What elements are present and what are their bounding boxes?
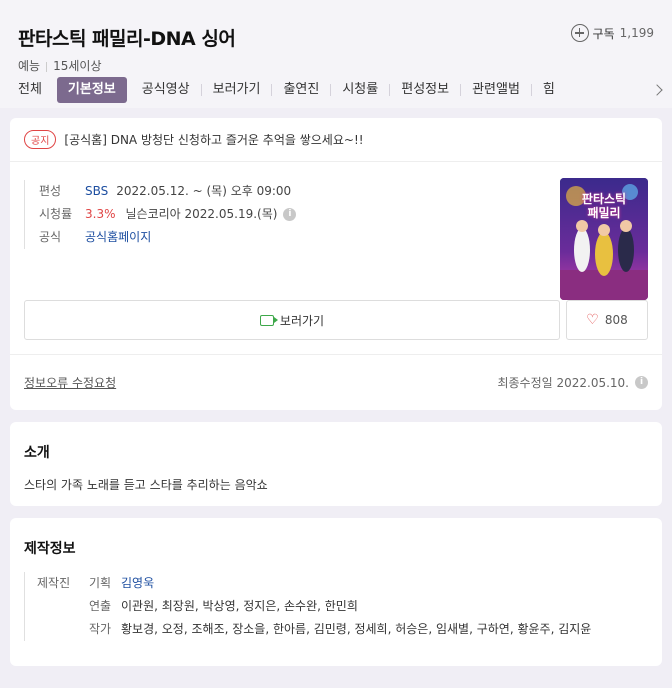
production-rows: 제작진 기획 김영욱 연출 이관원, 최장원, 박상영, 정지은, 손수완, 한… [24, 572, 648, 641]
channel-link[interactable]: SBS [85, 180, 108, 203]
schedule-label: 편성 [39, 184, 62, 198]
tab-next-button[interactable] [646, 72, 672, 108]
notice-badge: 공지 [24, 130, 57, 149]
schedule-row: 편성 SBS 2022.05.12. ~ (목) 오후 09:00 [39, 180, 648, 203]
info-footer: 정보오류 수정요청 최종수정일 2022.05.10. i [10, 354, 662, 410]
age-rating-label: 15세이상 [53, 59, 102, 73]
official-row: 공식 공식홈페이지 [39, 226, 648, 249]
report-error-link[interactable]: 정보오류 수정요청 [24, 374, 116, 391]
director-value: 이관원, 최장원, 박상영, 정지은, 손수완, 한민희 [121, 599, 358, 613]
producer-link[interactable]: 김영욱 [121, 573, 154, 595]
subscribe-label: 구독 [592, 26, 615, 41]
poster-title-line1: 판타스틱 [581, 192, 627, 206]
page-title: 판타스틱 패밀리-DNA 싱어 [18, 28, 236, 50]
plus-circle-icon [570, 24, 589, 42]
meta-divider [46, 61, 48, 72]
notice-bar[interactable]: 공지 [공식홈] DNA 방청단 신청하고 즐거운 추억을 쌓으세요~!! [10, 118, 662, 162]
tab-watch[interactable]: 보러가기 [202, 77, 272, 103]
rating-row: 시청률 3.3% 닐슨코리아 2022.05.19.(목) i [39, 203, 648, 226]
official-homepage-link[interactable]: 공식홈페이지 [85, 226, 151, 249]
notice-text[interactable]: [공식홈] DNA 방청단 신청하고 즐거운 추억을 쌓으세요~!! [64, 131, 363, 148]
production-card: 제작정보 제작진 기획 김영욱 연출 이관원, 최장원, 박상영, 정지은, 손… [10, 518, 662, 666]
tab-bar: 전체 기본정보 공식영상 보러가기 출연진 시청률 편성정보 관련앨범 힘 [0, 72, 672, 108]
rating-source: 닐슨코리아 2022.05.19.(목) [125, 207, 278, 221]
rating-value: 3.3% [85, 207, 116, 221]
official-label: 공식 [39, 230, 62, 244]
producer-label: 기획 [89, 576, 112, 590]
production-title: 제작정보 [24, 541, 76, 557]
writer-row: 작가 황보경, 오정, 조해조, 장소을, 한아름, 김민령, 정세희, 허승은… [89, 618, 648, 641]
producer-row: 기획 김영욱 [89, 572, 648, 595]
intro-text: 스타의 가족 노래를 듣고 스타를 추리하는 음악쇼 [24, 478, 268, 492]
last-updated-text: 최종수정일 2022.05.10. [497, 376, 629, 390]
info-icon[interactable]: i [635, 376, 648, 389]
like-count: 808 [604, 313, 628, 327]
intro-card: 소개 스타의 가족 노래를 듣고 스타를 추리하는 음악쇼 [10, 422, 662, 506]
tab-schedule[interactable]: 편성정보 [390, 77, 460, 103]
genre-label: 예능 [18, 59, 41, 73]
intro-title: 소개 [24, 445, 50, 461]
writer-label: 작가 [89, 622, 112, 636]
last-updated: 최종수정일 2022.05.10. i [497, 374, 648, 391]
subscribe-count: 1,199 [619, 26, 654, 40]
info-section: 편성 SBS 2022.05.12. ~ (목) 오후 09:00 시청률 3.… [10, 162, 662, 314]
tab-ratings[interactable]: 시청률 [331, 77, 389, 103]
poster-title-line2: 패밀리 [587, 206, 621, 220]
rating-label: 시청률 [39, 207, 73, 221]
tab-official-video[interactable]: 공식영상 [131, 77, 201, 103]
crew-label: 제작진 [37, 576, 71, 590]
director-row: 연출 이관원, 최장원, 박상영, 정지은, 손수완, 한민희 [89, 595, 648, 618]
poster-title: 판타스틱 패밀리 [560, 192, 648, 220]
writer-value: 황보경, 오정, 조해조, 장소을, 한아름, 김민령, 정세희, 허승은, 임… [121, 622, 592, 636]
subscribe-button[interactable]: 구독 1,199 [570, 24, 654, 42]
tab-albums[interactable]: 관련앨범 [461, 77, 531, 103]
director-label: 연출 [89, 599, 112, 613]
tab-cast[interactable]: 출연진 [272, 77, 330, 103]
schedule-value: 2022.05.12. ~ (목) 오후 09:00 [116, 184, 292, 198]
program-header: 판타스틱 패밀리-DNA 싱어 예능 15세이상 구독 1,199 [0, 0, 672, 73]
tab-more[interactable]: 힘 [532, 77, 566, 103]
basic-info-card: 공지 [공식홈] DNA 방청단 신청하고 즐거운 추억을 쌓으세요~!! 편성… [10, 118, 662, 410]
info-rows: 편성 SBS 2022.05.12. ~ (목) 오후 09:00 시청률 3.… [24, 180, 648, 249]
program-poster[interactable]: 판타스틱 패밀리 [560, 178, 648, 300]
tab-basic-info[interactable]: 기본정보 [56, 77, 127, 103]
chevron-right-icon [651, 84, 663, 96]
video-icon [259, 314, 278, 326]
info-icon[interactable]: i [283, 208, 297, 221]
heart-icon: ♡ [586, 312, 599, 328]
top-area: 판타스틱 패밀리-DNA 싱어 예능 15세이상 구독 1,199 전체 기본정보… [0, 0, 672, 108]
watch-label: 보러가기 [279, 313, 325, 328]
tab-all[interactable]: 전체 [18, 77, 53, 103]
